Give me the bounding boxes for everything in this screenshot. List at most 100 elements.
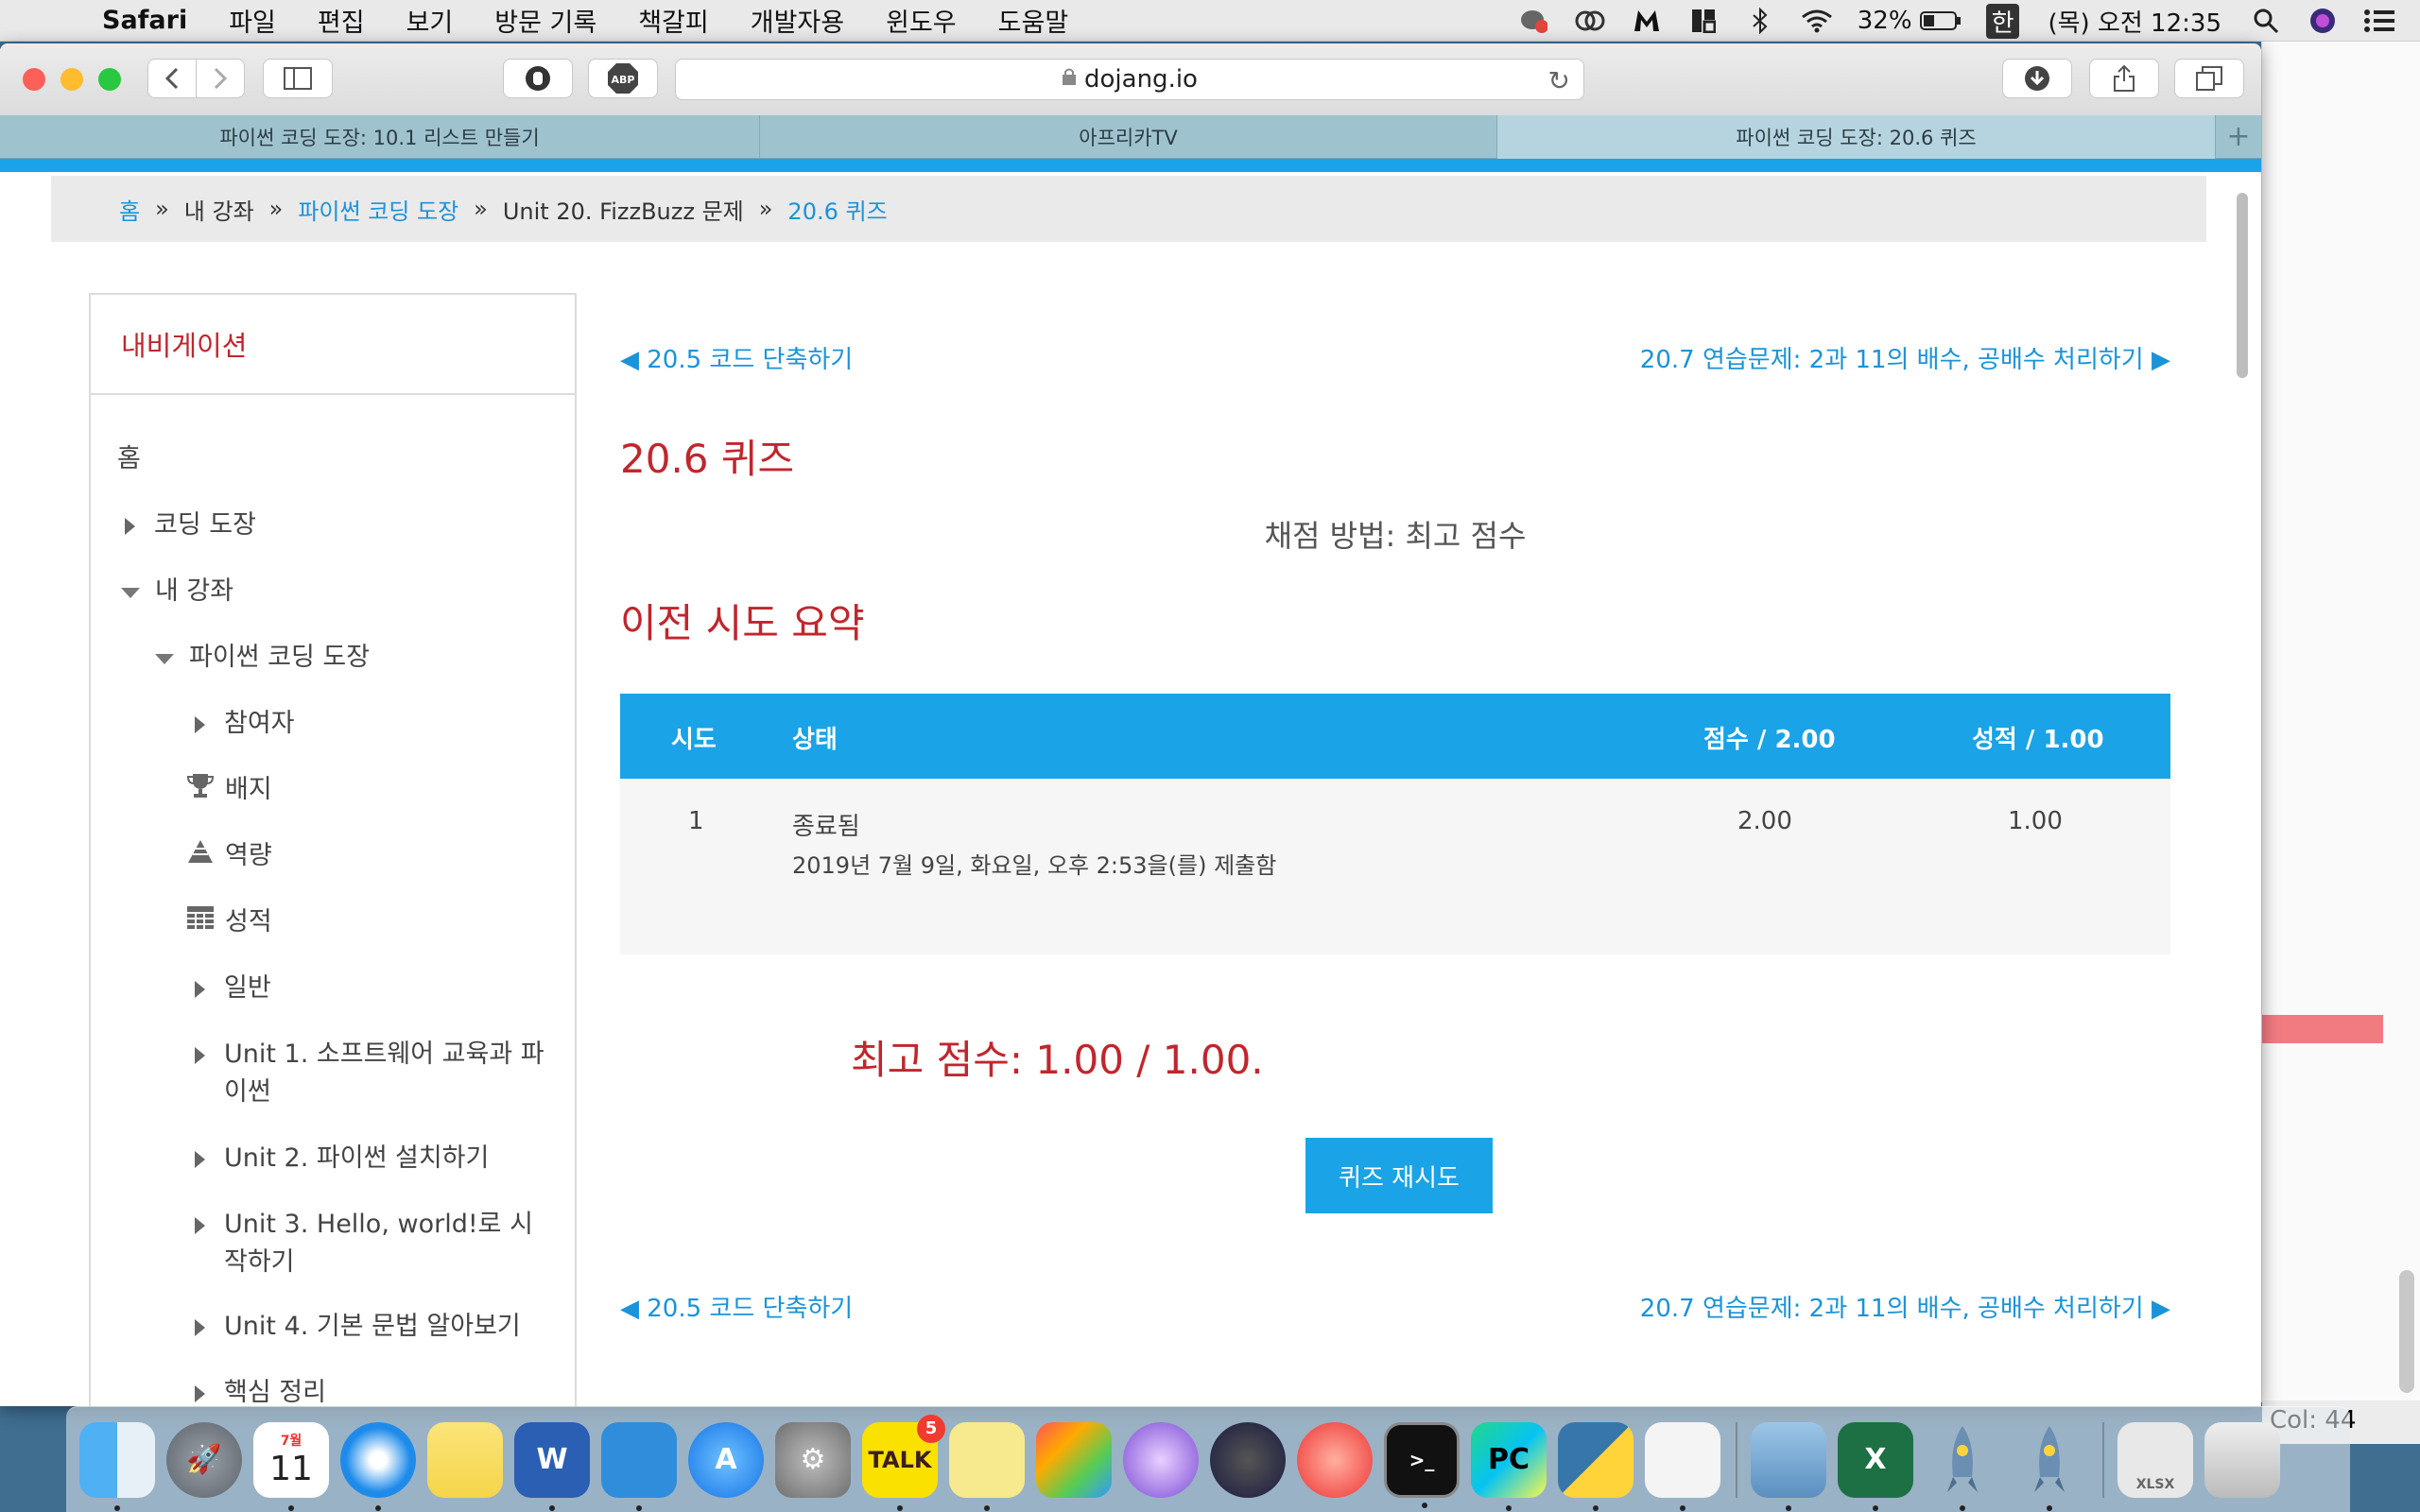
tab-afreecatv[interactable]: 아프리카TV (760, 115, 1497, 159)
background-editor-window[interactable]: Col: 44 (2261, 42, 2420, 1444)
finder-icon[interactable] (79, 1421, 155, 1511)
breadcrumb-current-link[interactable]: 20.6 퀴즈 (787, 193, 887, 226)
sidebar-button[interactable] (263, 59, 333, 98)
retry-quiz-button[interactable]: 퀴즈 재시도 (1305, 1138, 1493, 1213)
next-lesson-link-bottom[interactable]: 20.7 연습문제: 2과 11의 배수, 공배수 처리하기 ▶ (1640, 1289, 2170, 1324)
word-icon[interactable]: W (514, 1421, 590, 1511)
menu-develop[interactable]: 개발자용 (751, 2, 844, 39)
python-rocket-icon[interactable] (1925, 1422, 2000, 1511)
tab-label: 파이썬 코딩 도장: 20.6 퀴즈 (1736, 127, 1977, 149)
clock[interactable]: (목) 오전 12:35 (2048, 4, 2221, 39)
prev-lesson-link-bottom[interactable]: ◀ 20.5 코드 단축하기 (620, 1289, 853, 1324)
pycharm-icon[interactable]: PC (1471, 1421, 1547, 1511)
nav-item-badges[interactable]: 배지 (185, 771, 272, 810)
siri-icon[interactable] (2307, 7, 2339, 35)
battery-icon[interactable] (1919, 7, 1962, 35)
nav-item-python-coding-dojang[interactable]: 파이썬 코딩 도장 (155, 639, 370, 677)
menu-app-name[interactable]: Safari (102, 6, 187, 35)
tab-overview-button[interactable] (2174, 59, 2244, 98)
system-preferences-icon[interactable]: ⚙ (775, 1421, 851, 1498)
xlsx-file-icon[interactable]: XLSX (2118, 1421, 2193, 1498)
new-tab-plus-icon[interactable]: + (2216, 115, 2261, 158)
breadcrumb-my-courses: 내 강좌 (183, 198, 254, 225)
final-cut-icon[interactable] (1036, 1421, 1112, 1498)
page-title: 20.6 퀴즈 (620, 436, 795, 482)
kakaotalk-icon[interactable]: TALK 5 (862, 1414, 945, 1511)
spotlight-search-icon[interactable] (2250, 7, 2282, 35)
breadcrumb-course-link[interactable]: 파이썬 코딩 도장 (298, 193, 458, 226)
eclipse-icon[interactable] (1210, 1421, 1286, 1498)
menu-edit[interactable]: 편집 (318, 2, 365, 39)
prev-lesson-link[interactable]: ◀ 20.5 코드 단축하기 (620, 340, 853, 375)
nav-item-competencies[interactable]: 역량 (185, 837, 272, 876)
menu-file[interactable]: 파일 (229, 2, 276, 39)
nav-item-coding-dojang[interactable]: 코딩 도장 (125, 507, 256, 544)
malwarebytes-icon[interactable] (1631, 7, 1663, 35)
nav-item-label: Unit 4. 기본 문법 알아보기 (224, 1312, 521, 1341)
bluetooth-icon[interactable] (1744, 7, 1776, 35)
tab-list-creation[interactable]: 파이썬 코딩 도장: 10.1 리스트 만들기 (0, 115, 760, 159)
table-row: 1 종료됨 2019년 7월 9일, 화요일, 오후 2:53을(를) 제출함 … (620, 779, 2170, 954)
wifi-icon[interactable] (1801, 7, 1833, 35)
magnet-icon[interactable] (1687, 7, 1720, 35)
downloads-button[interactable] (2002, 59, 2072, 98)
stickies-icon[interactable] (949, 1421, 1025, 1511)
photo-booth-icon[interactable] (1297, 1421, 1373, 1498)
textedit-icon[interactable] (1645, 1421, 1720, 1511)
breadcrumb-home-link[interactable]: 홈 (119, 193, 140, 226)
nav-item-unit-1[interactable]: Unit 1. 소프트웨어 교육과 파이썬 (195, 1036, 554, 1111)
nav-item-my-courses[interactable]: 내 강좌 (121, 573, 233, 610)
nav-item-unit-3[interactable]: Unit 3. Hello, world!로 시작하기 (195, 1206, 554, 1281)
nav-item-general[interactable]: 일반 (195, 970, 271, 1007)
share-button[interactable] (2089, 59, 2159, 98)
python-rocket-icon-2[interactable] (2012, 1422, 2087, 1511)
nav-item-grades[interactable]: 성적 (185, 903, 272, 942)
preview-icon[interactable] (1751, 1421, 1826, 1511)
zoom-window-button[interactable] (98, 68, 121, 91)
nav-item-unit-2[interactable]: Unit 2. 파이썬 설치하기 (195, 1140, 489, 1177)
next-lesson-link[interactable]: 20.7 연습문제: 2과 11의 배수, 공배수 처리하기 ▶ (1640, 340, 2170, 375)
close-window-button[interactable] (23, 68, 45, 91)
notes-icon[interactable] (427, 1421, 503, 1498)
running-indicator (1422, 1502, 1427, 1508)
nav-item-unit-4[interactable]: Unit 4. 기본 문법 알아보기 (195, 1308, 521, 1346)
menu-bookmarks[interactable]: 책갈피 (638, 2, 709, 39)
terminal-icon[interactable]: >_ (1384, 1421, 1460, 1508)
chat-status-icon[interactable] (1517, 7, 1549, 35)
tab-quiz-active[interactable]: 파이썬 코딩 도장: 20.6 퀴즈 (1497, 115, 2216, 159)
sidebar-icon (284, 67, 312, 90)
menu-help[interactable]: 도움말 (998, 2, 1069, 39)
input-source-indicator[interactable]: 한 (1985, 3, 2020, 39)
excel-icon[interactable]: X (1838, 1421, 1913, 1511)
python-launcher-icon[interactable] (1558, 1421, 1634, 1511)
dictionary-icon[interactable] (601, 1421, 677, 1511)
creative-cloud-icon[interactable] (1574, 7, 1606, 35)
forward-button[interactable] (196, 59, 245, 98)
page-scrollbar[interactable] (2237, 193, 2248, 378)
expand-arrow-icon (125, 518, 135, 535)
menu-window[interactable]: 윈도우 (886, 2, 957, 39)
trash-icon[interactable] (2204, 1421, 2280, 1498)
back-button[interactable] (147, 59, 197, 98)
launchpad-icon[interactable]: 🚀 (166, 1421, 242, 1498)
minimize-window-button[interactable] (60, 68, 83, 91)
app-store-icon[interactable]: A (688, 1421, 764, 1498)
reload-icon[interactable]: ↻ (1548, 65, 1570, 96)
calendar-icon[interactable]: 7월 11 (253, 1421, 329, 1511)
address-bar[interactable]: dojang.io ↻ (675, 59, 1584, 100)
nav-item-summary[interactable]: 핵심 정리 (195, 1374, 326, 1406)
battery-percent: 32% (1857, 7, 1912, 35)
hand-extension-button[interactable] (503, 59, 573, 98)
nav-item-home[interactable]: 홈 (117, 440, 141, 478)
menu-history[interactable]: 방문 기록 (494, 2, 596, 39)
motion-icon[interactable] (1123, 1421, 1199, 1498)
safari-icon[interactable] (340, 1421, 416, 1511)
menu-view[interactable]: 보기 (406, 2, 454, 39)
notification-center-icon[interactable] (2363, 7, 2395, 35)
running-indicator (1680, 1504, 1685, 1511)
adblock-button[interactable]: ABP (588, 59, 658, 98)
breadcrumb-separator-icon: » (758, 196, 773, 222)
nav-item-participants[interactable]: 참여자 (195, 705, 295, 743)
editor-scrollbar[interactable] (2399, 1270, 2414, 1393)
running-indicator (1506, 1504, 1512, 1511)
